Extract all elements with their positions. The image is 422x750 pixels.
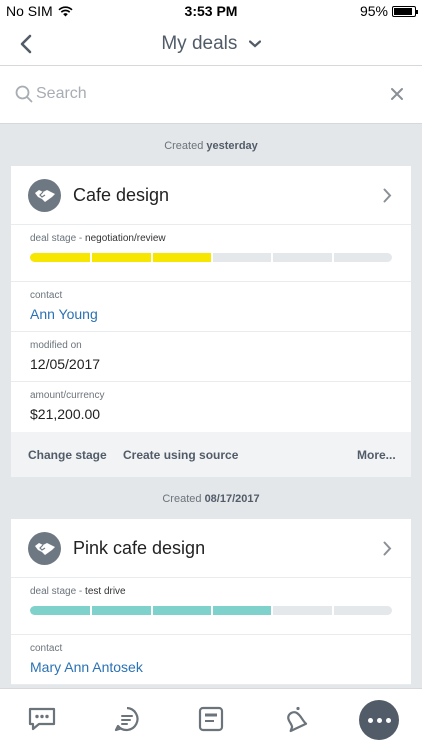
deal-card: Cafe design deal stage - negotiation/rev… — [11, 166, 411, 477]
battery-icon — [392, 5, 418, 17]
deal-stage-field[interactable]: deal stage - negotiation/review — [11, 225, 411, 282]
date-value: yesterday — [206, 140, 258, 152]
deals-feed[interactable]: Created yesterday Cafe design deal stage… — [0, 124, 422, 688]
search-icon — [15, 85, 33, 103]
date-separator: Created yesterday — [0, 124, 422, 166]
deal-stage-field[interactable]: deal stage - test drive — [11, 578, 411, 635]
deal-stage-label: deal stage - negotiation/review — [30, 233, 392, 244]
contact-field[interactable]: contact Ann Young — [11, 282, 411, 332]
deal-stage-value: test drive — [85, 586, 126, 597]
amount-field: amount/currency $21,200.00 — [11, 382, 411, 432]
more-button[interactable]: More... — [357, 448, 396, 462]
chevron-right-icon — [383, 541, 392, 556]
contact-label: contact — [30, 643, 63, 654]
tab-chat[interactable] — [26, 703, 58, 735]
chevron-down-icon — [248, 40, 261, 48]
more-icon[interactable] — [359, 700, 399, 740]
deal-stage-progress — [30, 606, 392, 615]
date-prefix: Created — [162, 493, 202, 505]
search-input[interactable] — [36, 81, 366, 107]
date-separator: Created 08/17/2017 — [0, 477, 422, 519]
deal-card-header[interactable]: Cafe design — [11, 166, 411, 225]
close-icon[interactable] — [390, 87, 404, 101]
deal-card: Pink cafe design deal stage - test drive… — [11, 519, 411, 685]
modified-label: modified on — [30, 340, 82, 351]
notifications-icon — [287, 706, 308, 733]
tasks-icon — [198, 706, 224, 732]
create-using-source-button[interactable]: Create using source — [123, 448, 238, 462]
deal-stage-label-text: deal stage - — [30, 586, 86, 597]
contact-field[interactable]: contact Mary Ann Antosek — [11, 635, 411, 685]
change-stage-button[interactable]: Change stage — [28, 448, 107, 462]
deal-stage-label: deal stage - test drive — [30, 586, 392, 597]
deal-actions: Change stage Create using source More... — [11, 432, 411, 477]
deal-stage-label-text: deal stage - — [30, 233, 86, 244]
deal-title: Cafe design — [73, 185, 170, 205]
page-title-label: My deals — [161, 33, 238, 54]
chat-icon — [28, 707, 56, 731]
deal-title: Pink cafe design — [73, 538, 206, 558]
contact-label: contact — [30, 290, 63, 301]
status-bar: No SIM 3:53 PM 95% — [0, 0, 422, 22]
activity-stream-icon — [114, 706, 139, 732]
tab-notifications[interactable] — [279, 703, 311, 735]
modified-value: 12/05/2017 — [30, 356, 101, 372]
handshake-icon — [28, 179, 61, 212]
tab-tasks[interactable] — [195, 703, 227, 735]
contact-link[interactable]: Ann Young — [30, 306, 392, 322]
deal-stage-progress — [30, 253, 392, 262]
battery-percent: 95% — [359, 3, 388, 19]
amount-label: amount/currency — [30, 390, 105, 401]
page-title[interactable]: My deals — [0, 33, 422, 55]
clock: 3:53 PM — [184, 3, 238, 19]
deal-stage-value: negotiation/review — [85, 233, 166, 244]
date-value: 08/17/2017 — [204, 493, 260, 505]
search-bar — [0, 66, 422, 124]
modified-field: modified on 12/05/2017 — [11, 332, 411, 382]
contact-link[interactable]: Mary Ann Antosek — [30, 659, 392, 675]
amount-value: $21,200.00 — [30, 406, 101, 422]
tab-activity-stream[interactable] — [111, 703, 143, 735]
date-prefix: Created — [164, 140, 204, 152]
nav-bar: My deals — [0, 22, 422, 66]
handshake-icon — [28, 532, 61, 565]
tab-bar — [0, 688, 422, 750]
deal-card-header[interactable]: Pink cafe design — [11, 519, 411, 578]
chevron-right-icon — [383, 188, 392, 203]
